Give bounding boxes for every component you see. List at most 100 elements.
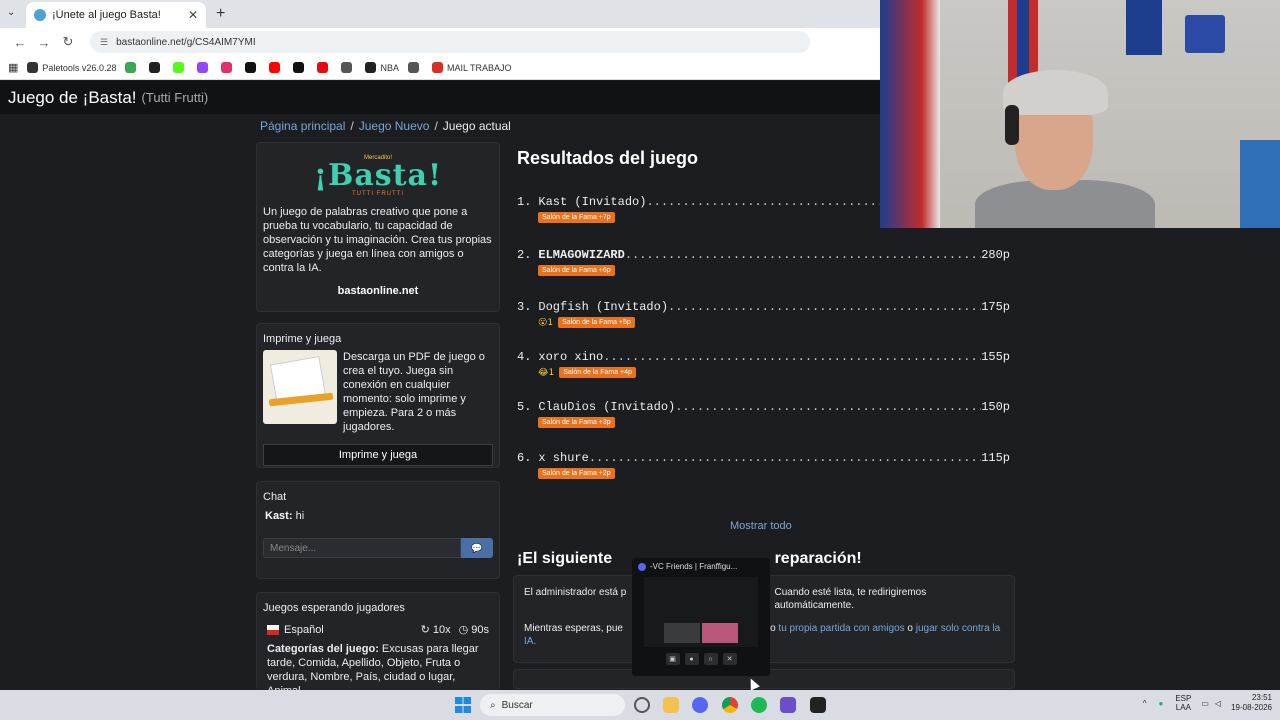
site-title[interactable]: Juego de ¡Basta! bbox=[8, 88, 137, 108]
close-tab-icon[interactable]: ✕ bbox=[188, 8, 198, 22]
club-banner-image bbox=[1126, 0, 1162, 55]
result-points: 175p bbox=[981, 300, 1010, 314]
result-name[interactable]: 3. Dogfish (Invitado) bbox=[517, 300, 668, 314]
next-title-right: reparación! bbox=[774, 550, 862, 567]
print-description: Descarga un PDF de juego o crea el tuyo.… bbox=[343, 351, 485, 433]
overlay-tile[interactable] bbox=[664, 623, 700, 643]
taskbar-search[interactable]: ⌕ Buscar bbox=[480, 694, 625, 716]
breadcrumb-new-game[interactable]: Juego Nuevo bbox=[359, 119, 430, 133]
bookmark-item[interactable] bbox=[221, 62, 236, 73]
keyboard-language[interactable]: ESP LAA bbox=[1175, 694, 1191, 712]
bookmark-item[interactable] bbox=[341, 62, 356, 73]
result-dots: ........................................… bbox=[603, 350, 981, 364]
bookmark-label: MAIL TRABAJO bbox=[446, 62, 512, 73]
site-link[interactable]: bastaonline.net bbox=[257, 285, 499, 297]
print-thumbnail[interactable] bbox=[263, 350, 337, 424]
breadcrumb-home[interactable]: Página principal bbox=[260, 119, 345, 133]
breadcrumb-sep: / bbox=[350, 119, 354, 133]
url-text: bastaonline.net/g/CS4AIM7YMI bbox=[116, 36, 256, 48]
app-icon[interactable] bbox=[780, 697, 796, 713]
bookmark-label: Paletools v26.0.28 bbox=[42, 62, 117, 73]
chevron-up-icon[interactable]: ^ bbox=[1143, 699, 1147, 708]
bookmark-icon bbox=[27, 62, 39, 73]
bookmark-icon bbox=[197, 62, 209, 73]
spotify-icon[interactable] bbox=[751, 697, 767, 713]
headphones-icon[interactable]: ∩ bbox=[703, 653, 718, 665]
bookmark-item[interactable] bbox=[293, 62, 308, 73]
logo-text: ¡Basta! bbox=[313, 158, 443, 193]
tab-basta[interactable]: ¡Únete al juego Basta! ✕ bbox=[26, 2, 206, 28]
site-info-icon[interactable]: ☰ bbox=[100, 37, 108, 48]
lobby-game-row[interactable]: Español ↻ 10x ◷ 90s bbox=[257, 623, 499, 636]
clock-date: 19-08-2026 bbox=[1231, 703, 1272, 712]
discord-overlay[interactable]: -VC Friends | Franffigu... ▣ ● ∩ ✕ bbox=[632, 558, 770, 676]
file-explorer-icon[interactable] bbox=[663, 697, 679, 713]
result-rank: 4. bbox=[517, 350, 532, 364]
result-name[interactable]: 6. x shure bbox=[517, 451, 589, 465]
hall-of-fame-badge: Salón de la Fama +4p bbox=[559, 367, 636, 378]
result-name[interactable]: 4. xoro xino bbox=[517, 350, 603, 364]
print-and-play-button[interactable]: Imprime y juega bbox=[263, 444, 493, 466]
apps-icon[interactable]: ▦ bbox=[8, 61, 18, 74]
chat-bubble-icon: 💬 bbox=[471, 542, 483, 553]
search-icon: ⌕ bbox=[490, 699, 496, 711]
network-icon[interactable]: ▭ bbox=[1201, 699, 1209, 708]
bookmark-item[interactable]: MAIL TRABAJO bbox=[431, 62, 512, 73]
tab-search-icon[interactable]: ⌄ bbox=[7, 7, 15, 18]
bookmark-item[interactable]: Paletools v26.0.28 bbox=[27, 62, 116, 73]
bookmark-item[interactable] bbox=[317, 62, 332, 73]
bookmark-icon bbox=[149, 62, 161, 73]
lobby-language: Español bbox=[284, 623, 324, 636]
app-icon[interactable] bbox=[810, 697, 826, 713]
microphone-icon[interactable]: ● bbox=[1159, 699, 1164, 708]
overlay-tile[interactable] bbox=[702, 623, 738, 643]
show-all-link[interactable]: Mostrar todo bbox=[730, 520, 792, 532]
reaction-emoji-icon[interactable]: 😂1 bbox=[538, 368, 554, 378]
clock[interactable]: 23:51 19-08-2026 bbox=[1231, 693, 1272, 713]
bookmark-item[interactable]: NBA bbox=[365, 62, 399, 73]
create-own-game-link[interactable]: tu propia partida con amigos bbox=[778, 623, 904, 634]
bookmark-icon bbox=[221, 62, 233, 73]
camera-icon[interactable]: ▣ bbox=[665, 653, 680, 665]
address-bar: ← → ↻ ☰ bastaonline.net/g/CS4AIM7YMI bbox=[0, 28, 880, 56]
disconnect-icon[interactable]: ✕ bbox=[722, 653, 737, 665]
mic-icon[interactable]: ● bbox=[684, 653, 699, 665]
forward-icon[interactable]: → bbox=[32, 35, 56, 50]
result-rank: 3. bbox=[517, 300, 532, 314]
result-player: ELMAGOWIZARD bbox=[538, 248, 625, 262]
bookmark-icon bbox=[173, 62, 185, 73]
back-icon[interactable]: ← bbox=[8, 35, 32, 50]
result-dots: ........................................… bbox=[675, 400, 981, 414]
discord-taskbar-icon[interactable] bbox=[692, 697, 708, 713]
reload-icon[interactable]: ↻ bbox=[56, 34, 80, 50]
overlay-header: -VC Friends | Franffigu... bbox=[632, 558, 770, 575]
url-field[interactable]: ☰ bastaonline.net/g/CS4AIM7YMI bbox=[90, 31, 810, 53]
chrome-icon[interactable] bbox=[722, 697, 738, 713]
lobby-rounds: 10x bbox=[432, 623, 451, 636]
new-tab-button[interactable]: + bbox=[216, 2, 225, 28]
reaction-emoji-icon[interactable]: 😮1 bbox=[538, 318, 553, 328]
chat-heading: Chat bbox=[263, 491, 287, 503]
bookmark-item[interactable] bbox=[125, 62, 140, 73]
print-heading: Imprime y juega bbox=[263, 333, 342, 345]
volume-icon[interactable]: ◁ bbox=[1215, 699, 1221, 708]
site-subtitle: (Tutti Frutti) bbox=[141, 90, 209, 105]
bookmark-item[interactable] bbox=[245, 62, 260, 73]
about-card: Mercadito! ¡Basta! TUTTI FRUTTI Un juego… bbox=[256, 142, 500, 312]
trophy-image bbox=[1185, 15, 1225, 53]
bookmark-item[interactable] bbox=[407, 62, 423, 73]
result-player: Kast (Invitado) bbox=[538, 195, 647, 209]
result-name[interactable]: 5. ClauDios (Invitado) bbox=[517, 400, 675, 414]
bookmark-item[interactable] bbox=[173, 62, 188, 73]
chat-input[interactable]: Mensaje... bbox=[263, 538, 461, 558]
windows-start-icon[interactable] bbox=[455, 697, 471, 713]
send-message-button[interactable]: 💬 bbox=[461, 538, 493, 558]
bookmark-item[interactable] bbox=[269, 62, 284, 73]
hall-of-fame-badge: Salón de la Fama +6p bbox=[538, 265, 615, 276]
bookmark-item[interactable] bbox=[149, 62, 164, 73]
widgets-icon[interactable] bbox=[634, 697, 650, 713]
bookmark-item[interactable] bbox=[197, 62, 212, 73]
result-name[interactable]: 1. Kast (Invitado) bbox=[517, 195, 646, 209]
hall-of-fame-badge: Salón de la Fama +7p bbox=[538, 212, 615, 223]
result-name[interactable]: 2. ELMAGOWIZARD bbox=[517, 248, 625, 262]
